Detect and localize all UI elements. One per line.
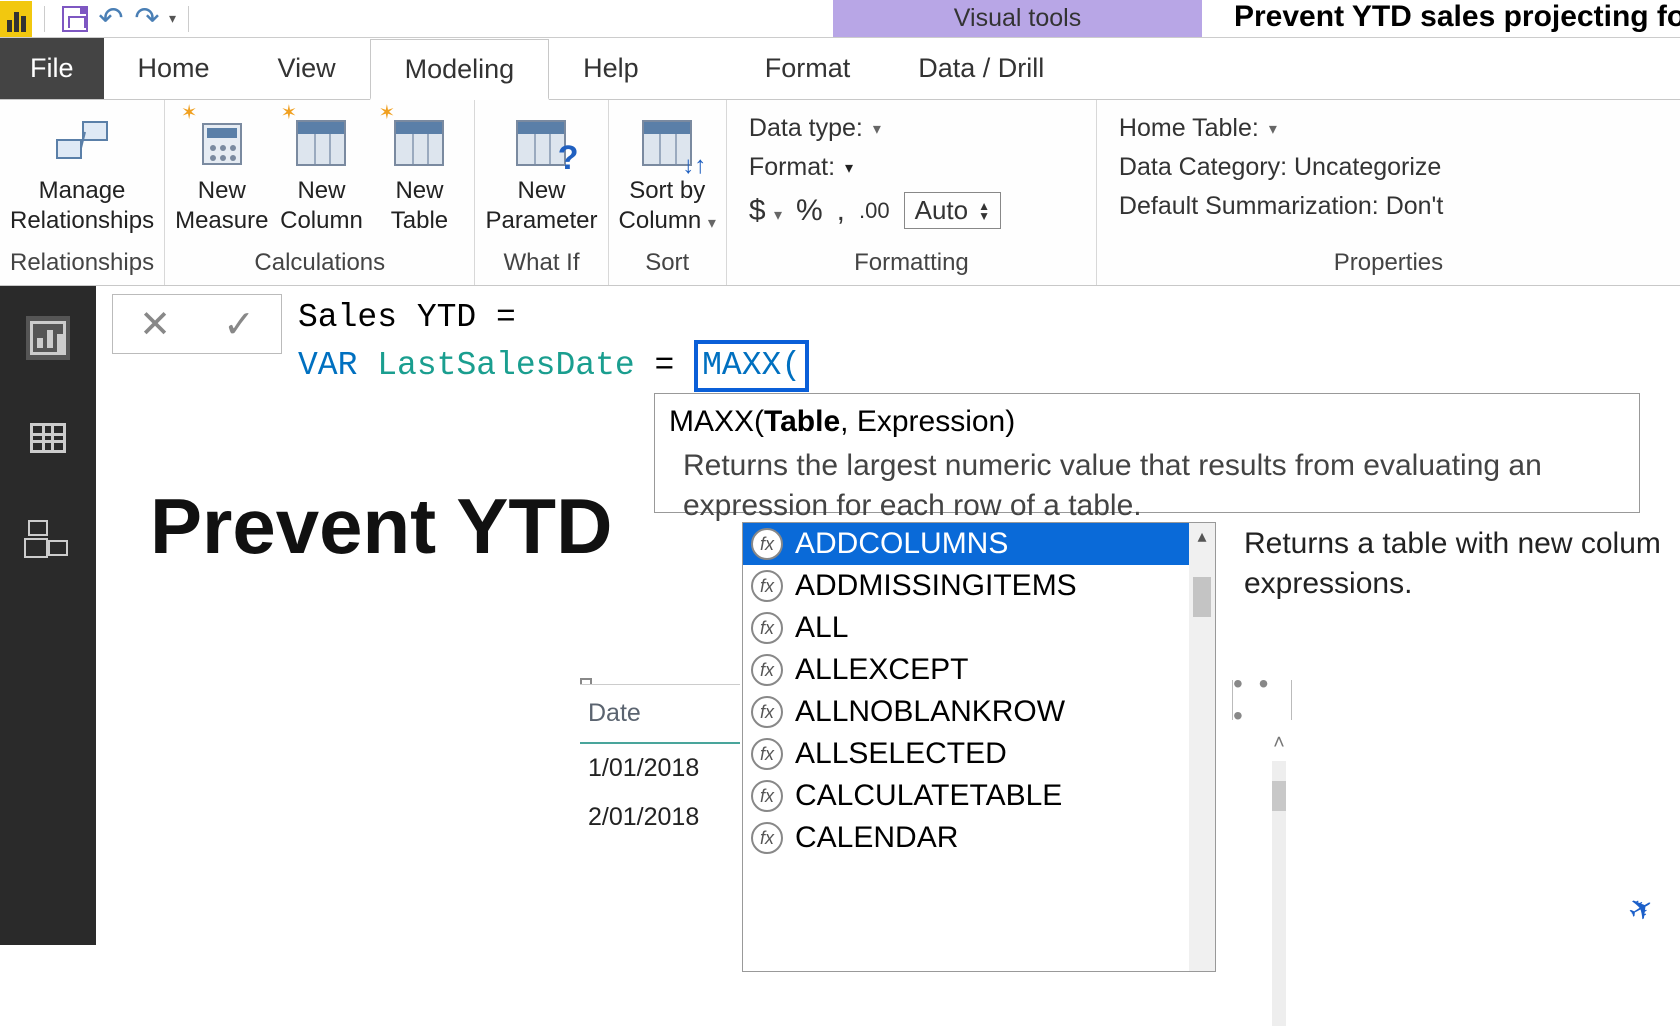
sort-by-column-button[interactable]: ↓↑ Sort by Column ▾ <box>619 110 716 239</box>
tab-help[interactable]: Help <box>549 38 673 99</box>
new-parameter-label: New Parameter <box>485 176 597 236</box>
main-area: ✕ ✓ Sales YTD = VAR LastSalesDate = MAXX… <box>0 286 1680 945</box>
table-header[interactable]: Date <box>580 685 740 744</box>
ribbon-tabs: File Home View Modeling Help Format Data… <box>0 38 1680 100</box>
new-table-label: New Table <box>391 176 448 236</box>
default-summarization-dropdown[interactable]: Default Summarization: Don't <box>1119 192 1443 221</box>
qat-dropdown-icon[interactable]: ▾ <box>169 10 176 27</box>
app-logo-icon <box>0 1 32 37</box>
intellisense-item[interactable]: fxADDMISSINGITEMS <box>743 565 1215 607</box>
intellisense-item[interactable]: fxALLSELECTED <box>743 733 1215 775</box>
currency-button[interactable]: $ ▾ <box>749 194 782 228</box>
scroll-up-icon[interactable]: ▴ <box>1189 523 1215 549</box>
tab-view[interactable]: View <box>244 38 370 99</box>
fx-icon: fx <box>751 612 783 644</box>
left-nav <box>0 286 96 945</box>
ribbon-group-relationships: Manage Relationships Relationships <box>0 100 165 285</box>
sort-by-column-label: Sort by Column ▾ <box>619 176 716 239</box>
intellisense-item[interactable]: fxCALCULATETABLE <box>743 775 1215 817</box>
fx-icon: fx <box>751 696 783 728</box>
nav-model-icon[interactable] <box>26 516 70 560</box>
ribbon-group-formatting: Data type: ▾ Format: ▾ $ ▾ % , .00 Auto▲… <box>727 100 1097 285</box>
manage-relationships-label: Manage Relationships <box>10 176 154 236</box>
percent-button[interactable]: % <box>796 194 823 228</box>
ribbon-group-calculations: ✶ New Measure ✶ New Column ✶ New Table C… <box>165 100 475 285</box>
intellisense-item[interactable]: fxCALENDAR <box>743 817 1215 859</box>
visual-scrollbar[interactable]: ˄ <box>1264 732 1294 1032</box>
new-column-button[interactable]: ✶ New Column <box>276 110 366 236</box>
nav-data-icon[interactable] <box>26 416 70 460</box>
fx-icon: fx <box>751 570 783 602</box>
intellisense-item[interactable]: fxALL <box>743 607 1215 649</box>
scroll-thumb[interactable] <box>1193 577 1211 617</box>
group-label-formatting: Formatting <box>737 245 1086 285</box>
intellisense-list[interactable]: fxADDCOLUMNS fxADDMISSINGITEMS fxALL fxA… <box>742 522 1216 972</box>
thousands-button[interactable]: , <box>837 194 845 228</box>
fx-icon: fx <box>751 528 783 560</box>
data-category-dropdown[interactable]: Data Category: Uncategorize <box>1119 153 1443 182</box>
visual-options-button[interactable]: • • • <box>1232 680 1292 720</box>
format-dropdown[interactable]: Format: ▾ <box>749 153 1001 182</box>
new-measure-label: New Measure <box>175 176 268 236</box>
decimal-icon: .00 <box>859 198 890 224</box>
formula-editor[interactable]: Sales YTD = VAR LastSalesDate = MAXX( <box>294 294 813 394</box>
cancel-formula-button[interactable]: ✕ <box>139 302 171 347</box>
commit-formula-button[interactable]: ✓ <box>223 302 255 347</box>
scroll-up-icon[interactable]: ˄ <box>1273 732 1285 755</box>
intellisense-scrollbar[interactable]: ▴ <box>1189 523 1215 971</box>
fx-icon: fx <box>751 822 783 854</box>
data-type-dropdown[interactable]: Data type: ▾ <box>749 114 1001 143</box>
ribbon: Manage Relationships Relationships ✶ New… <box>0 100 1680 286</box>
tab-modeling[interactable]: Modeling <box>370 39 550 100</box>
undo-button[interactable]: ↶ <box>93 1 129 37</box>
fx-icon: fx <box>751 654 783 686</box>
group-label-properties: Properties <box>1107 245 1670 285</box>
function-signature-tooltip: MAXX(Table, Expression) Returns the larg… <box>654 393 1640 513</box>
home-table-dropdown[interactable]: Home Table: ▾ <box>1119 114 1443 143</box>
group-label-relationships: Relationships <box>10 245 154 285</box>
group-label-calculations: Calculations <box>175 245 464 285</box>
fx-icon: fx <box>751 738 783 770</box>
intellisense-item[interactable]: fxADDCOLUMNS <box>743 523 1215 565</box>
tab-data-drill[interactable]: Data / Drill <box>884 38 1078 99</box>
separator <box>44 6 45 32</box>
window-title: Prevent YTD sales projecting forwa <box>1234 0 1680 34</box>
contextual-tab-visual-tools[interactable]: Visual tools <box>833 0 1202 37</box>
report-title-text: Prevent YTD <box>150 481 612 572</box>
separator <box>188 6 189 32</box>
date-table-visual[interactable]: Date 1/01/2018 2/01/2018 <box>580 684 740 842</box>
ribbon-group-properties: Home Table: ▾ Data Category: Uncategoriz… <box>1097 100 1680 285</box>
group-label-sort: Sort <box>619 245 716 285</box>
tab-file[interactable]: File <box>0 38 104 99</box>
new-parameter-button[interactable]: ? New Parameter <box>485 110 597 236</box>
table-row: 2/01/2018 <box>580 793 740 842</box>
redo-button[interactable]: ↷ <box>129 1 165 37</box>
formula-bar: ✕ ✓ Sales YTD = VAR LastSalesDate = MAXX… <box>112 294 813 394</box>
tab-home[interactable]: Home <box>104 38 244 99</box>
formula-bar-buttons: ✕ ✓ <box>112 294 282 354</box>
group-label-whatif: What If <box>485 245 597 285</box>
manage-relationships-button[interactable]: Manage Relationships <box>10 110 154 236</box>
intellisense-description: Returns a table with new colum expressio… <box>1244 524 1664 604</box>
save-button[interactable] <box>57 1 93 37</box>
new-table-button[interactable]: ✶ New Table <box>374 110 464 236</box>
new-measure-button[interactable]: ✶ New Measure <box>175 110 268 236</box>
decimal-places-stepper[interactable]: Auto▲▼ <box>904 192 1001 229</box>
quick-access-toolbar: ↶ ↷ ▾ Visual tools Prevent YTD sales pro… <box>0 0 1680 38</box>
intellisense-item[interactable]: fxALLEXCEPT <box>743 649 1215 691</box>
ribbon-group-sort: ↓↑ Sort by Column ▾ Sort <box>609 100 727 285</box>
fx-icon: fx <box>751 780 783 812</box>
table-row: 1/01/2018 <box>580 744 740 793</box>
nav-report-icon[interactable] <box>26 316 70 360</box>
ribbon-group-whatif: ? New Parameter What If <box>475 100 608 285</box>
scroll-thumb[interactable] <box>1272 781 1286 811</box>
intellisense-item[interactable]: fxALLNOBLANKROW <box>743 691 1215 733</box>
new-column-label: New Column <box>280 176 363 236</box>
tab-format[interactable]: Format <box>731 38 885 99</box>
